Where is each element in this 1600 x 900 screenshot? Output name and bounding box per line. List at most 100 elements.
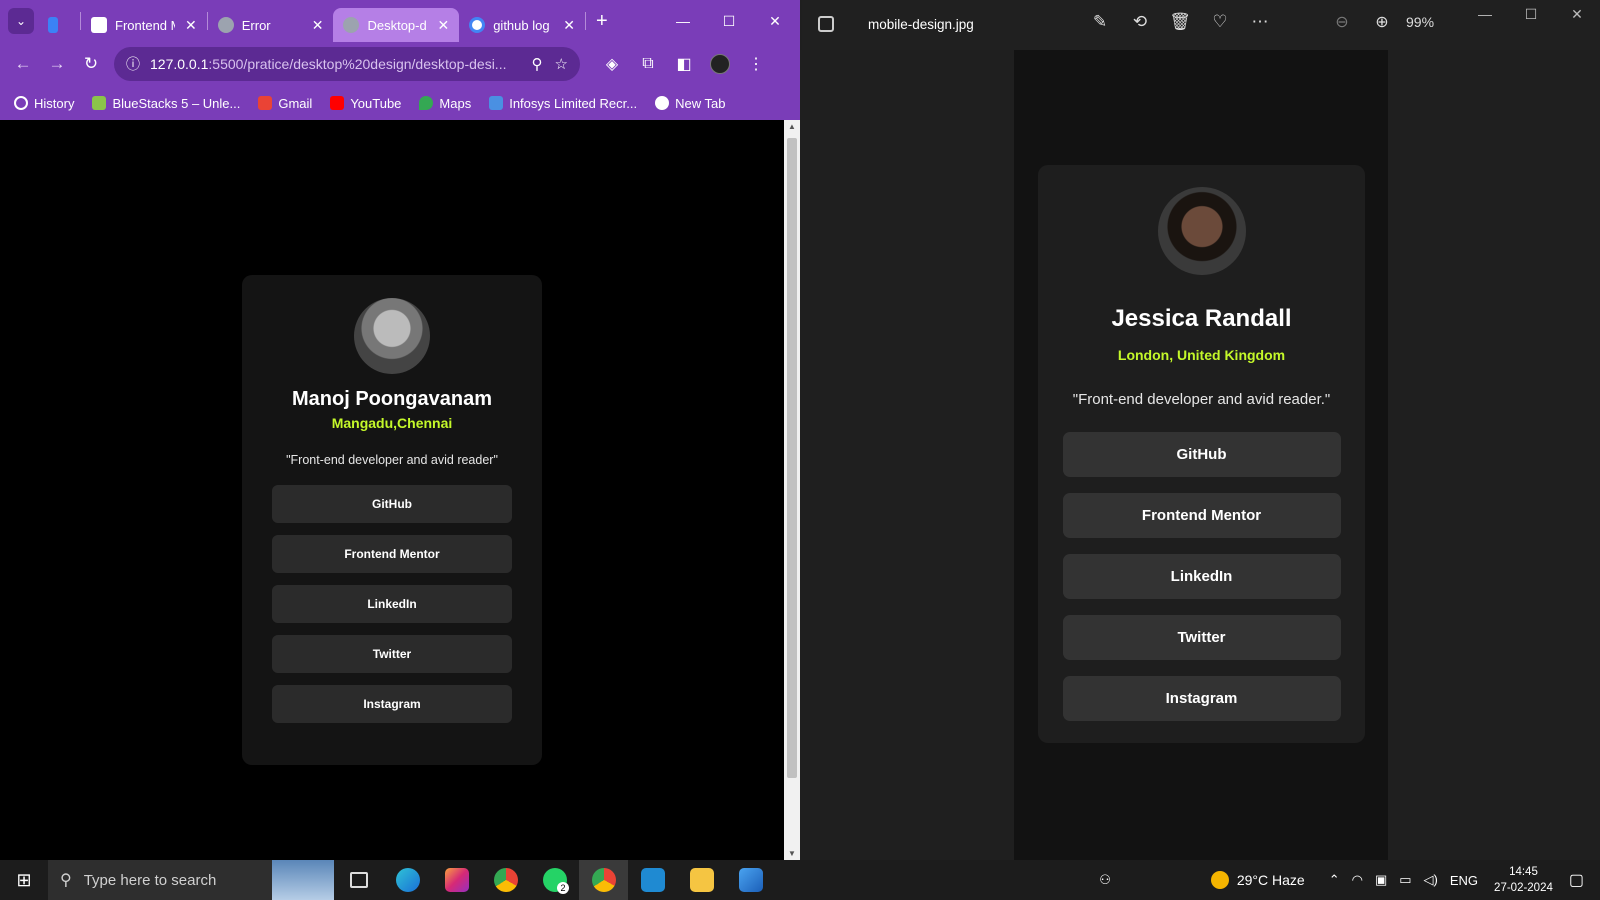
mockup-quote: "Front-end developer and avid reader.": [1072, 391, 1331, 408]
search-highlight-image: [272, 860, 334, 900]
scroll-thumb[interactable]: [787, 138, 797, 778]
notification-badge: 2: [557, 882, 569, 894]
edit-image-icon[interactable]: ✎: [1080, 12, 1120, 32]
bookmark-new-tab[interactable]: New Tab: [655, 96, 725, 111]
bookmark-infosys[interactable]: Infosys Limited Recr...: [489, 96, 637, 111]
side-panel-icon[interactable]: ◧: [666, 54, 702, 74]
profile-location: Mangadu,Chennai: [331, 415, 453, 431]
delete-icon[interactable]: 🗑: [1160, 12, 1200, 32]
tab-github-login[interactable]: github log ✕: [459, 8, 585, 42]
close-icon[interactable]: ✕: [437, 17, 449, 34]
bookmark-bluestacks[interactable]: BlueStacks 5 – Unle...: [92, 96, 240, 111]
maximize-icon[interactable]: ☐: [1508, 6, 1554, 23]
globe-icon: [217, 17, 234, 33]
tab-desktop-design[interactable]: Desktop-d ✕: [333, 8, 460, 42]
meet-now-icon[interactable]: ▣: [1375, 872, 1387, 888]
new-tab-button[interactable]: +: [596, 10, 608, 33]
tab-pinned[interactable]: [34, 8, 80, 42]
taskbar-edge[interactable]: [383, 860, 432, 900]
close-icon[interactable]: ✕: [563, 17, 575, 34]
language-indicator[interactable]: ENG: [1450, 873, 1478, 888]
zoom-out-icon[interactable]: ⊖: [1322, 12, 1362, 32]
site-info-icon[interactable]: ⓘ: [126, 54, 140, 74]
youtube-icon: [330, 96, 345, 110]
taskbar-photos[interactable]: [726, 860, 775, 900]
close-window-icon[interactable]: ✕: [1554, 6, 1600, 23]
extension-shield-icon[interactable]: ◈: [594, 54, 630, 74]
back-icon[interactable]: ←: [6, 54, 40, 74]
tab-search-button[interactable]: ⌄: [8, 8, 34, 34]
notifications-icon[interactable]: ▢: [1569, 870, 1584, 890]
folder-icon: [689, 868, 714, 892]
scroll-down-icon[interactable]: ▼: [784, 849, 800, 858]
bookmark-label: History: [34, 95, 75, 111]
bookmarks-bar: History BlueStacks 5 – Unle... Gmail You…: [0, 86, 800, 120]
bookmark-label: Maps: [439, 95, 472, 111]
tab-title: Frontend M: [115, 17, 175, 33]
bookmark-label: BlueStacks 5 – Unle...: [112, 95, 241, 111]
instagram-link-button[interactable]: Instagram: [272, 685, 512, 723]
more-options-icon[interactable]: ⋯: [1240, 12, 1280, 32]
taskbar-instagram[interactable]: [432, 860, 481, 900]
task-view-button[interactable]: [334, 860, 383, 900]
taskbar-search[interactable]: ⚲ Type here to search: [48, 860, 334, 900]
taskbar-whatsapp[interactable]: 2: [530, 860, 579, 900]
bookmark-youtube[interactable]: YouTube: [330, 96, 401, 111]
page-scrollbar[interactable]: ▲ ▼: [784, 120, 800, 860]
edge-icon: [395, 868, 420, 892]
address-bar[interactable]: ⓘ 127.0.0.1:5500/pratice/desktop%20desig…: [114, 47, 580, 81]
bookmark-gmail[interactable]: Gmail: [258, 96, 312, 111]
battery-icon[interactable]: ▭: [1399, 872, 1411, 888]
tab-frontend-mentor[interactable]: Frontend M ✕: [81, 8, 207, 42]
people-icon[interactable]: ⚇: [1099, 872, 1111, 888]
bookmark-label: New Tab: [675, 95, 726, 111]
photos-window-controls: — ☐ ✕: [1462, 6, 1600, 23]
bookmark-history[interactable]: History: [14, 96, 74, 111]
volume-icon[interactable]: ◁): [1424, 872, 1438, 888]
wifi-icon[interactable]: ◠: [1352, 872, 1363, 888]
chrome-icon: [493, 868, 518, 892]
favorite-heart-icon[interactable]: ♡: [1200, 12, 1240, 32]
profile-avatar[interactable]: [710, 54, 730, 74]
taskbar-chrome[interactable]: [481, 860, 530, 900]
rotate-icon[interactable]: ⟲: [1120, 12, 1160, 32]
zoom-icon[interactable]: ⚲: [532, 55, 543, 73]
close-window-icon[interactable]: ✕: [752, 13, 798, 30]
maximize-icon[interactable]: ☐: [706, 13, 752, 30]
photos-titlebar: mobile-design.jpg ✎ ⟲ 🗑 ♡ ⋯ ⊖ ⊕ 99% — ☐ …: [802, 0, 1600, 50]
globe-icon: [343, 17, 360, 33]
github-link-button[interactable]: GitHub: [272, 485, 512, 523]
infosys-icon: [489, 96, 504, 110]
close-icon[interactable]: ✕: [185, 17, 197, 34]
mockup-frontend-mentor-button: Frontend Mentor: [1062, 493, 1341, 538]
weather-widget[interactable]: 29°C Haze: [1210, 871, 1305, 889]
taskbar-file-explorer[interactable]: [677, 860, 726, 900]
taskbar-vscode[interactable]: [628, 860, 677, 900]
google-icon: [469, 17, 486, 33]
minimize-icon[interactable]: —: [660, 13, 706, 29]
reload-icon[interactable]: ↻: [74, 54, 108, 74]
windows-start-icon[interactable]: ⊞: [0, 870, 48, 891]
forward-icon[interactable]: →: [40, 54, 74, 74]
minimize-icon[interactable]: —: [1462, 6, 1508, 23]
scroll-up-icon[interactable]: ▲: [784, 122, 800, 131]
url-text: 127.0.0.1:5500/pratice/desktop%20design/…: [150, 56, 520, 72]
bookmark-star-icon[interactable]: ☆: [555, 55, 568, 73]
clock-time: 14:45: [1509, 866, 1538, 878]
chevron-up-icon[interactable]: ⌃: [1329, 872, 1340, 888]
twitter-link-button[interactable]: Twitter: [272, 635, 512, 673]
clock[interactable]: 14:45 27-02-2024: [1494, 864, 1553, 896]
menu-kebab-icon[interactable]: ⋮: [738, 54, 774, 74]
extensions-puzzle-icon[interactable]: ⧉: [630, 55, 666, 73]
linkedin-link-button[interactable]: LinkedIn: [272, 585, 512, 623]
globe-icon: [655, 96, 670, 110]
taskbar-chrome-profile[interactable]: [579, 860, 628, 900]
bookmark-maps[interactable]: Maps: [419, 96, 471, 111]
frontend-mentor-link-button[interactable]: Frontend Mentor: [272, 535, 512, 573]
zoom-in-icon[interactable]: ⊕: [1362, 12, 1402, 32]
tab-favicon-icon: [48, 17, 58, 33]
close-icon[interactable]: ✕: [312, 17, 324, 34]
weather-text: 29°C Haze: [1236, 872, 1305, 888]
profile-links: GitHub Frontend Mentor LinkedIn Twitter …: [242, 485, 542, 723]
tab-error[interactable]: Error ✕: [208, 8, 334, 42]
